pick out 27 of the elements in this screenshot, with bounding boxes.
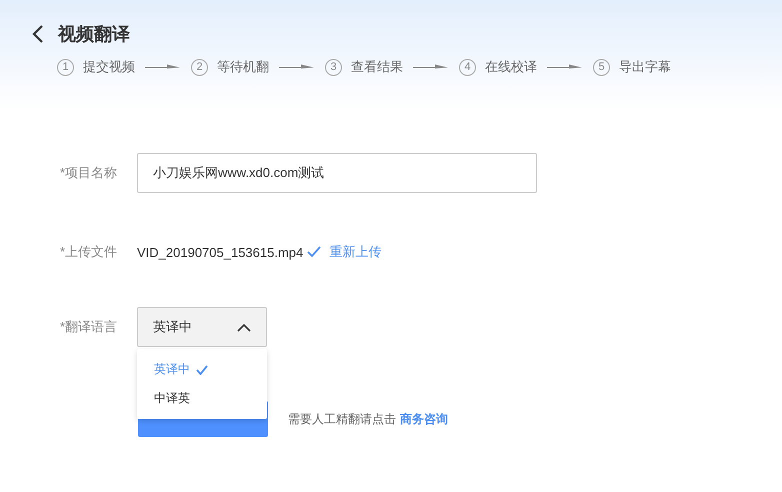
step-label: 在线校译 — [485, 58, 537, 76]
back-icon — [32, 25, 44, 43]
language-select[interactable]: 英译中 — [137, 307, 267, 347]
field-label: *项目名称 — [60, 164, 118, 182]
step-label: 导出字幕 — [619, 58, 671, 76]
step-number: 5 — [593, 58, 610, 76]
check-icon — [196, 364, 208, 374]
select-value: 英译中 — [153, 318, 192, 336]
file-name: VID_20190705_153615.mp4 — [137, 244, 304, 260]
step-number: 1 — [57, 58, 74, 76]
step-number: 2 — [191, 58, 208, 76]
input-field[interactable]: 小刀娱乐网www.xd0.com测试 — [137, 153, 537, 193]
arrow-icon — [145, 63, 181, 71]
step-label: 等待机翻 — [217, 58, 269, 76]
field-label: *上传文件 — [60, 243, 118, 261]
field-label: *翻译语言 — [60, 318, 118, 336]
back-button[interactable] — [30, 23, 46, 45]
step-label: 提交视频 — [83, 58, 135, 76]
step-number: 3 — [325, 58, 342, 76]
hint-text: 需要人工精翻请点击 — [288, 410, 396, 428]
page-title: 视频翻译 — [58, 23, 130, 46]
step-label: 查看结果 — [351, 58, 403, 76]
arrow-icon — [413, 63, 449, 71]
dropdown-option[interactable]: 中译英 — [137, 384, 267, 413]
step-number: 4 — [459, 58, 476, 76]
arrow-icon — [279, 63, 315, 71]
arrow-icon — [547, 63, 583, 71]
